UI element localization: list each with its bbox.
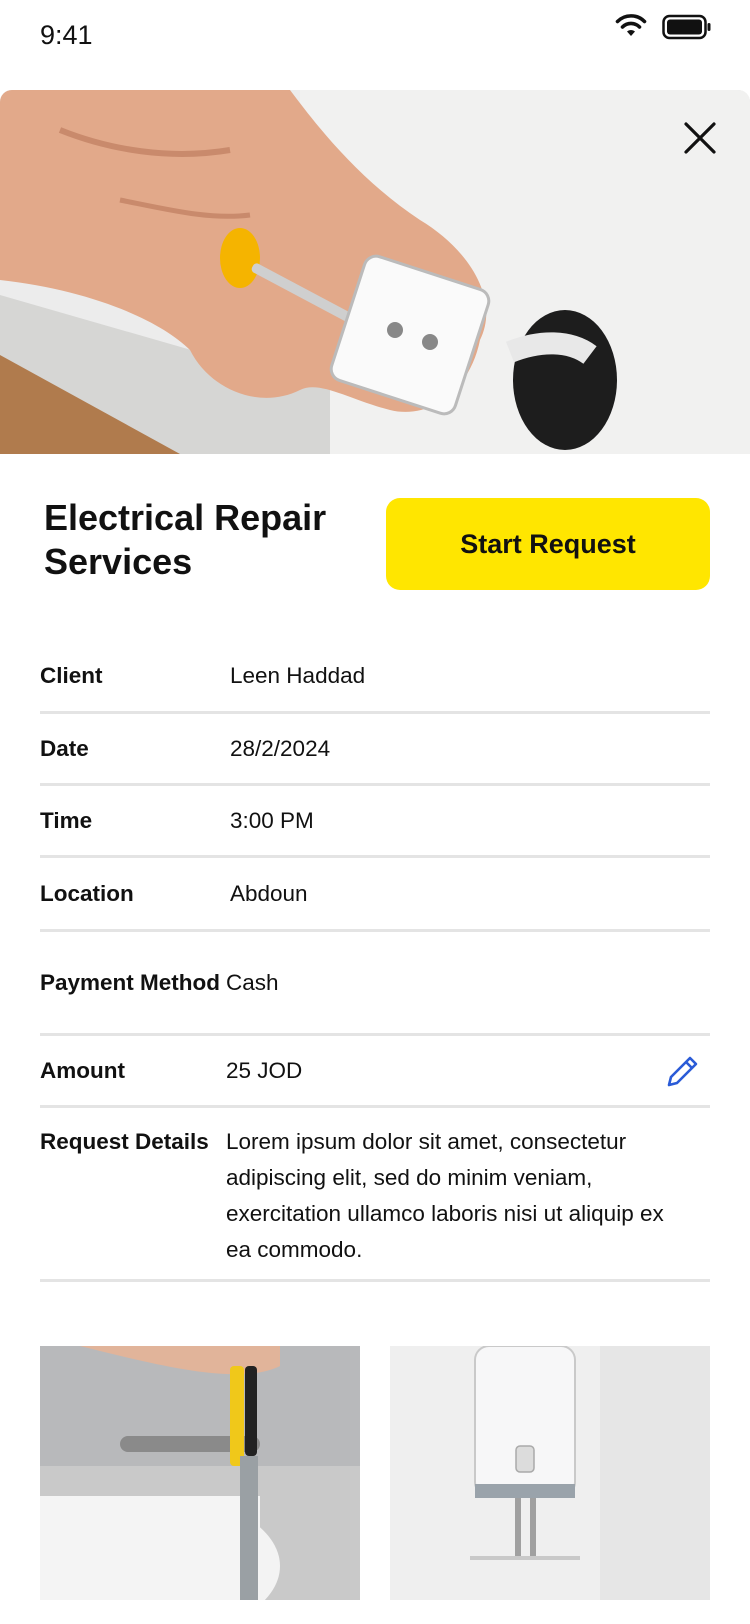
detail-value: Abdoun	[230, 880, 308, 906]
hero-image	[0, 90, 750, 454]
status-icons	[614, 14, 712, 45]
detail-row-amount: Amount 25 JOD	[40, 1036, 710, 1108]
detail-row-time: Time 3:00 PM	[40, 786, 710, 858]
close-button[interactable]	[674, 112, 726, 164]
detail-row-client: Client Leen Haddad	[40, 640, 710, 714]
detail-label: Payment Method	[40, 969, 221, 995]
detail-label: Amount	[40, 1057, 125, 1083]
detail-row-date: Date 28/2/2024	[40, 714, 710, 786]
gallery-image-pipe-repair[interactable]	[40, 1346, 360, 1600]
detail-row-payment-method: Payment Method Cash	[40, 932, 710, 1036]
request-details-table: Client Leen Haddad Date 28/2/2024 Time 3…	[40, 640, 710, 1282]
status-bar: 9:41	[0, 0, 750, 80]
detail-row-location: Location Abdoun	[40, 858, 710, 932]
battery-icon	[662, 14, 712, 45]
close-icon	[684, 122, 716, 154]
detail-row-request-details: Request Details Lorem ipsum dolor sit am…	[40, 1108, 710, 1282]
detail-value: Cash	[226, 969, 279, 995]
status-time: 9:41	[40, 20, 93, 50]
detail-value: 3:00 PM	[230, 807, 314, 833]
detail-value: Leen Haddad	[230, 662, 366, 688]
pencil-icon[interactable]	[666, 1054, 700, 1088]
gallery-image-water-heater[interactable]	[390, 1346, 710, 1600]
detail-label: Date	[40, 735, 89, 761]
detail-label: Client	[40, 662, 103, 688]
start-request-button[interactable]: Start Request	[386, 498, 710, 590]
photo-gallery	[40, 1346, 710, 1600]
detail-value: 25 JOD	[226, 1057, 303, 1083]
detail-label: Time	[40, 807, 93, 833]
service-title: Electrical Repair Services	[44, 497, 327, 582]
detail-value: 28/2/2024	[230, 735, 331, 761]
wifi-icon	[614, 14, 648, 45]
detail-value: Lorem ipsum dolor sit amet, consectetur …	[226, 1129, 664, 1262]
detail-label: Location	[40, 880, 134, 906]
detail-label: Request Details	[40, 1129, 209, 1154]
